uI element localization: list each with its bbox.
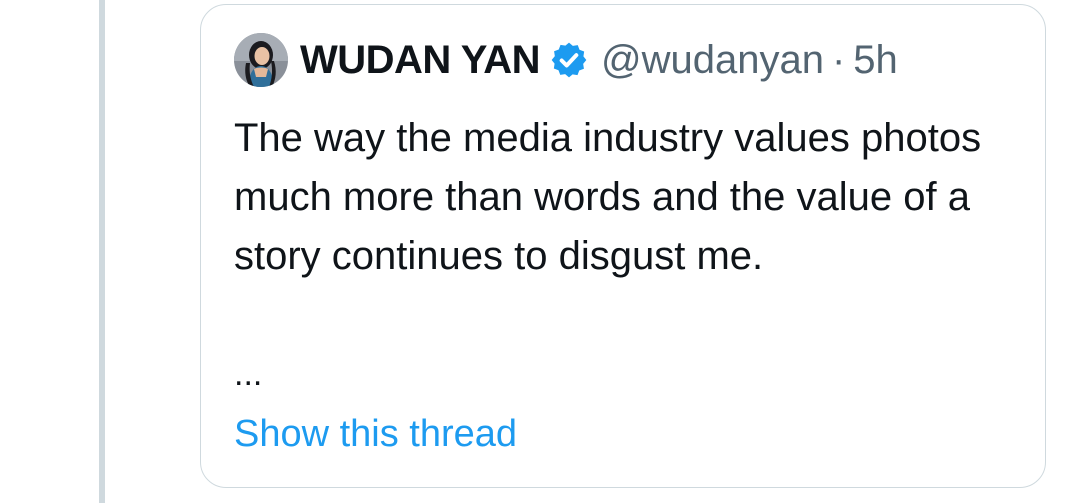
author-handle[interactable]: @wudanyan: [601, 38, 824, 83]
truncation-ellipsis: ...: [234, 355, 263, 393]
quoted-tweet-text: The way the media industry values photos…: [234, 116, 982, 278]
quoted-tweet-card[interactable]: WUDAN YAN @wudanyan · 5h The way the med…: [200, 4, 1046, 488]
show-thread-link[interactable]: Show this thread: [234, 413, 517, 456]
quoted-tweet-header: WUDAN YAN @wudanyan · 5h: [234, 33, 898, 87]
avatar[interactable]: [234, 33, 288, 87]
author-name[interactable]: WUDAN YAN: [300, 38, 540, 83]
separator-dot: ·: [831, 37, 846, 82]
timeline-view: WUDAN YAN @wudanyan · 5h The way the med…: [0, 0, 1080, 503]
verified-badge-icon: [549, 40, 589, 80]
tweet-timestamp[interactable]: 5h: [853, 38, 898, 83]
thread-connector-line: [99, 0, 105, 503]
